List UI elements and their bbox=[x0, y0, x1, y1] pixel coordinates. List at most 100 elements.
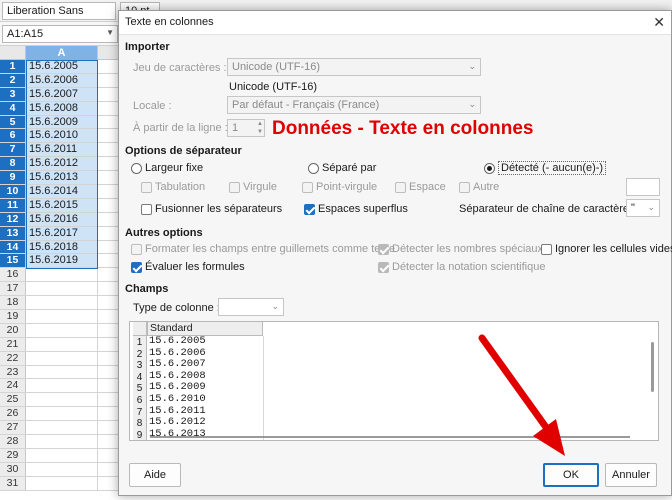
row-header[interactable]: 15 bbox=[0, 254, 26, 268]
row-header[interactable]: 25 bbox=[0, 393, 26, 407]
cell-a[interactable]: 15.6.2010 bbox=[26, 129, 98, 143]
trim-spaces-checkbox[interactable] bbox=[304, 204, 315, 215]
table-row[interactable]: 27 bbox=[0, 421, 128, 436]
row-header[interactable]: 20 bbox=[0, 323, 26, 337]
row-header[interactable]: 17 bbox=[0, 282, 26, 296]
close-icon[interactable]: ✕ bbox=[653, 14, 665, 30]
cell-a[interactable]: 15.6.2014 bbox=[26, 185, 98, 198]
select-all-corner[interactable] bbox=[0, 46, 26, 60]
comma-checkbox[interactable] bbox=[229, 182, 240, 193]
cell-a[interactable] bbox=[26, 282, 98, 296]
row-header[interactable]: 27 bbox=[0, 421, 26, 435]
row-header[interactable]: 26 bbox=[0, 407, 26, 421]
row-header[interactable]: 31 bbox=[0, 476, 26, 490]
table-row[interactable]: 20 bbox=[0, 323, 128, 338]
table-row[interactable]: 24 bbox=[0, 379, 128, 394]
other-separator-input[interactable] bbox=[626, 178, 660, 196]
row-header[interactable]: 14 bbox=[0, 240, 26, 254]
cell-a[interactable]: 15.6.2018 bbox=[26, 240, 98, 254]
table-row[interactable]: 3 15.6.2007 bbox=[0, 87, 128, 102]
help-button[interactable]: Aide bbox=[129, 463, 181, 487]
row-header[interactable]: 2 bbox=[0, 73, 26, 87]
cell-a[interactable]: 15.6.2019 bbox=[26, 254, 98, 268]
cell-a[interactable] bbox=[26, 323, 98, 337]
preview-horizontal-scrollbar[interactable] bbox=[150, 436, 630, 438]
evaluate-formulas-checkbox[interactable] bbox=[131, 262, 142, 273]
cell-a[interactable] bbox=[26, 462, 98, 476]
table-row[interactable]: 11 15.6.2015 bbox=[0, 198, 128, 213]
row-header[interactable]: 23 bbox=[0, 365, 26, 379]
row-header[interactable]: 4 bbox=[0, 101, 26, 115]
table-row[interactable]: 23 bbox=[0, 365, 128, 380]
ok-button[interactable]: OK bbox=[543, 463, 599, 487]
row-header[interactable]: 10 bbox=[0, 185, 26, 198]
font-name-box[interactable]: Liberation Sans bbox=[2, 2, 116, 20]
spin-arrows-icon[interactable]: ▲ ▼ bbox=[257, 120, 263, 136]
table-row[interactable]: 15 15.6.2019 bbox=[0, 254, 128, 269]
cell-a[interactable] bbox=[26, 268, 98, 282]
cell-a[interactable]: 15.6.2011 bbox=[26, 143, 98, 157]
cell-a[interactable]: 15.6.2012 bbox=[26, 157, 98, 171]
table-row[interactable]: 10 15.6.2014 bbox=[0, 185, 128, 199]
table-row[interactable]: 30 bbox=[0, 462, 128, 477]
table-row[interactable]: 1 15.6.2005 bbox=[0, 60, 128, 74]
column-header-a[interactable]: A bbox=[26, 46, 98, 60]
table-row[interactable]: 8 15.6.2012 bbox=[0, 157, 128, 172]
quoted-as-text-checkbox[interactable] bbox=[131, 244, 142, 255]
row-header[interactable]: 1 bbox=[0, 60, 26, 73]
cell-a[interactable] bbox=[26, 310, 98, 323]
cell-a[interactable]: 15.6.2005 bbox=[26, 60, 98, 73]
row-header[interactable]: 16 bbox=[0, 268, 26, 282]
table-row[interactable]: 31 bbox=[0, 476, 128, 491]
row-header[interactable]: 21 bbox=[0, 337, 26, 351]
cell-a[interactable] bbox=[26, 351, 98, 365]
row-header[interactable]: 13 bbox=[0, 226, 26, 240]
tab-checkbox[interactable] bbox=[141, 182, 152, 193]
cell-a[interactable] bbox=[26, 476, 98, 490]
row-header[interactable]: 30 bbox=[0, 462, 26, 476]
cell-a[interactable] bbox=[26, 365, 98, 379]
semicolon-checkbox[interactable] bbox=[302, 182, 313, 193]
cell-a[interactable] bbox=[26, 421, 98, 435]
row-header[interactable]: 3 bbox=[0, 87, 26, 101]
preview-vertical-scrollbar[interactable] bbox=[651, 342, 654, 392]
string-delimiter-select[interactable]: " ⌄ bbox=[626, 199, 660, 217]
table-row[interactable]: 28 bbox=[0, 435, 128, 449]
detect-scientific-checkbox[interactable] bbox=[378, 262, 389, 273]
cancel-button[interactable]: Annuler bbox=[605, 463, 657, 487]
table-row[interactable]: 12 15.6.2016 bbox=[0, 212, 128, 227]
table-row[interactable]: 14 15.6.2018 bbox=[0, 240, 128, 255]
from-line-stepper[interactable]: 1 ▲ ▼ bbox=[227, 119, 265, 137]
separated-by-radio[interactable] bbox=[308, 163, 319, 174]
table-row[interactable]: 21 bbox=[0, 337, 128, 352]
cell-a[interactable] bbox=[26, 296, 98, 310]
table-row[interactable]: 18 bbox=[0, 296, 128, 311]
table-row[interactable]: 19 bbox=[0, 310, 128, 324]
row-header[interactable]: 5 bbox=[0, 115, 26, 129]
cell-a[interactable]: 15.6.2007 bbox=[26, 87, 98, 101]
row-header[interactable]: 29 bbox=[0, 448, 26, 462]
preview-column-header[interactable]: Standard bbox=[147, 322, 263, 336]
cell-a[interactable] bbox=[26, 435, 98, 448]
cell-a[interactable]: 15.6.2009 bbox=[26, 115, 98, 129]
table-row[interactable]: 13 15.6.2017 bbox=[0, 226, 128, 241]
name-box[interactable]: A1:A15 ▼ bbox=[2, 25, 118, 43]
column-type-select[interactable]: ⌄ bbox=[218, 298, 284, 316]
table-row[interactable]: 25 bbox=[0, 393, 128, 408]
detected-radio[interactable] bbox=[484, 163, 495, 174]
table-row[interactable]: 9 15.6.2013 bbox=[0, 171, 128, 186]
row-header[interactable]: 12 bbox=[0, 212, 26, 226]
cell-a[interactable]: 15.6.2006 bbox=[26, 73, 98, 87]
fixed-width-radio[interactable] bbox=[131, 163, 142, 174]
cell-a[interactable] bbox=[26, 448, 98, 462]
row-header[interactable]: 11 bbox=[0, 198, 26, 212]
table-row[interactable]: 7 15.6.2011 bbox=[0, 143, 128, 158]
table-row[interactable]: 22 bbox=[0, 351, 128, 366]
cell-a[interactable]: 15.6.2017 bbox=[26, 226, 98, 240]
row-header[interactable]: 22 bbox=[0, 351, 26, 365]
cell-a[interactable]: 15.6.2013 bbox=[26, 171, 98, 185]
spreadsheet-grid[interactable]: A 1 15.6.2005 2 15.6.2006 3 15.6.2007 4 15.6.20… bbox=[0, 46, 128, 500]
row-header[interactable]: 6 bbox=[0, 129, 26, 143]
table-row[interactable]: 26 bbox=[0, 407, 128, 422]
table-row[interactable]: 29 bbox=[0, 448, 128, 463]
